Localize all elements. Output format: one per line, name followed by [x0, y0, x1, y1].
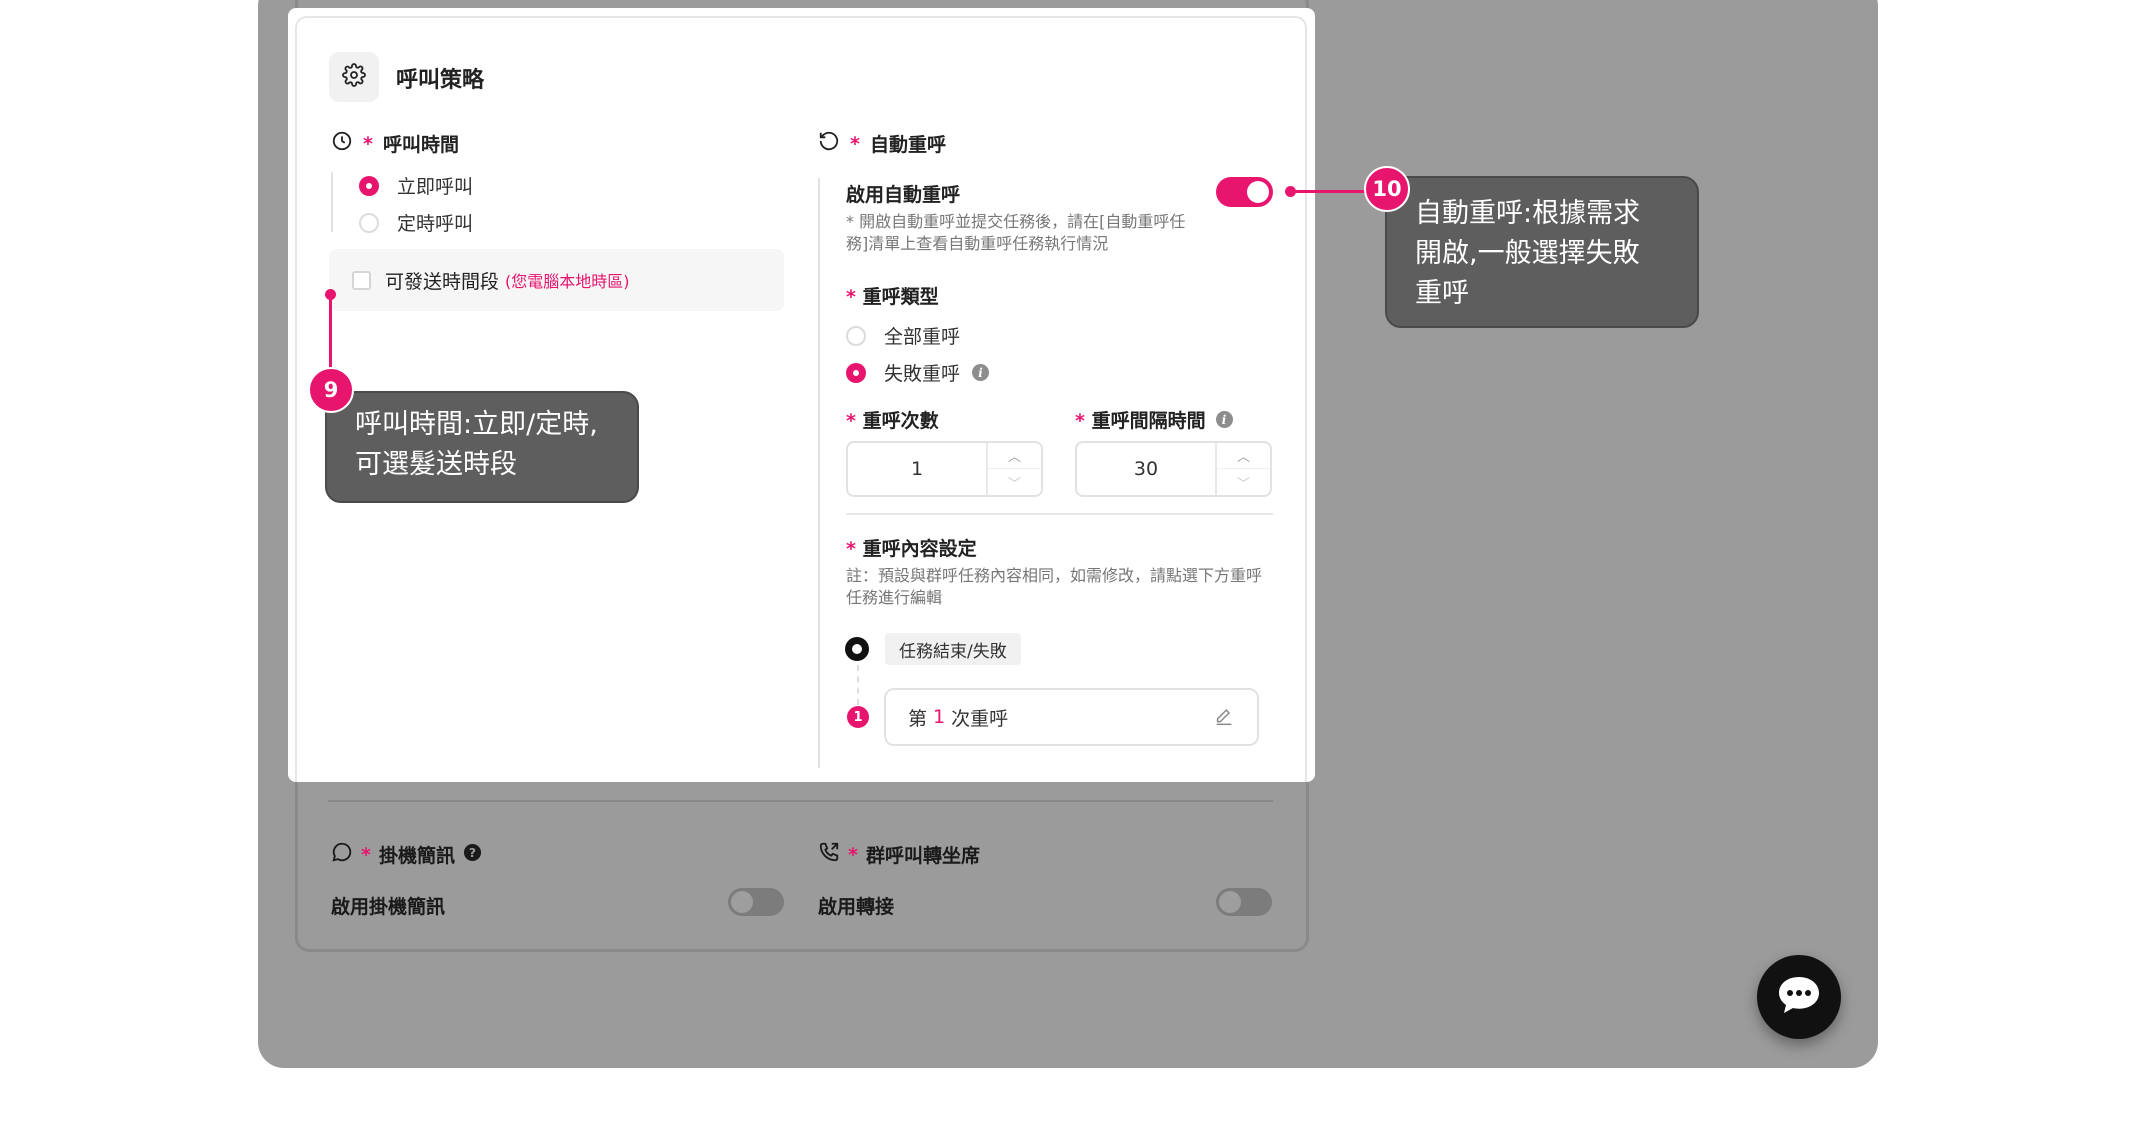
retry-interval-stepper[interactable]: 30 ︿ ﹀ [1075, 441, 1272, 497]
stepper-arrows: ︿ ﹀ [1215, 443, 1270, 495]
auto-retry-toggle[interactable] [1216, 177, 1273, 207]
refresh-icon [818, 130, 840, 157]
chevron-up-icon[interactable]: ︿ [1217, 443, 1270, 469]
time-window-label: 可發送時間段 [385, 270, 500, 293]
stepper-value[interactable]: 30 [1077, 443, 1215, 495]
enable-hangup-sms-label: 啟用掛機簡訊 [331, 896, 446, 918]
chat-support-button[interactable] [1757, 955, 1841, 1039]
callout-10: 自動重呼:根據需求 開啟,一般選擇失敗 重呼 [1385, 176, 1699, 328]
radio-label: 失敗重呼 [884, 363, 961, 385]
callout-line: 開啟,一般選擇失敗 [1415, 238, 1640, 269]
stepper-arrows: ︿ ﹀ [986, 443, 1041, 495]
radio-button[interactable] [846, 362, 866, 383]
section-title-text: 呼叫時間 [382, 134, 459, 156]
transfer-toggle[interactable] [1216, 888, 1272, 916]
divider [846, 513, 1273, 515]
required-mark: * [850, 132, 860, 155]
edit-icon[interactable] [1213, 706, 1235, 733]
callout-line: 自動重呼:根據需求 [1415, 198, 1641, 229]
radio-label: 定時呼叫 [397, 213, 474, 235]
task-end-tag: 任務結束/失敗 [885, 633, 1021, 665]
radio-scheduled[interactable]: 定時呼叫 [359, 209, 473, 236]
retry-content-hint: 註：預設與群呼任務內容相同，如需修改，請點選下方重呼任務進行編輯 [846, 566, 1263, 607]
enable-transfer-label: 啟用轉接 [818, 896, 895, 918]
hangup-sms-title: * 掛機簡訊 ? [331, 841, 482, 868]
settings-icon-box [329, 52, 379, 102]
retry-suffix: 次重呼 [951, 707, 1009, 730]
retry-step-badge: 1 [847, 706, 869, 728]
retry-content-label: * 重呼內容設定 [846, 538, 977, 560]
gear-icon [342, 63, 366, 91]
retry-count-stepper[interactable]: 1 ︿ ﹀ [846, 441, 1043, 497]
time-window-checkbox[interactable] [352, 270, 371, 290]
callout-line: 重呼 [1415, 278, 1469, 309]
section-title-text: 掛機簡訊 [378, 845, 455, 867]
retry-count-label: * 重呼次數 [846, 410, 939, 432]
hangup-sms-toggle[interactable] [728, 888, 784, 916]
svg-text:?: ? [469, 845, 476, 859]
label-text: 重呼內容設定 [862, 538, 977, 560]
retry-number: 1 [933, 706, 946, 728]
chevron-down-icon[interactable]: ﹀ [1217, 469, 1270, 495]
send-time-window[interactable]: 可發送時間段 (您電腦本地時區) [329, 249, 784, 311]
timezone-note: (您電腦本地時區) [505, 272, 630, 291]
radio-label: 全部重呼 [884, 326, 961, 348]
info-icon[interactable]: i [1215, 411, 1233, 428]
label-text: 重呼類型 [862, 286, 939, 308]
chat-icon [1776, 974, 1822, 1020]
radio-immediate[interactable]: 立即呼叫 [359, 172, 473, 199]
radio-retry-all[interactable]: 全部重呼 [846, 322, 960, 349]
info-icon[interactable]: i [972, 364, 990, 381]
required-mark: * [361, 843, 371, 866]
callout-line: 呼叫時間:立即/定時, [355, 409, 598, 440]
stepper-value[interactable]: 1 [848, 443, 986, 495]
chevron-up-icon[interactable]: ︿ [988, 443, 1041, 469]
retry-item-card[interactable]: 第 1 次重呼 [884, 688, 1259, 746]
help-icon[interactable]: ? [463, 843, 482, 867]
card-title: 呼叫策略 [396, 68, 485, 93]
section-title-text: 群呼叫轉坐席 [865, 845, 980, 867]
radio-label: 立即呼叫 [397, 176, 474, 198]
retry-interval-label: * 重呼間隔時間 i [1075, 406, 1233, 433]
auto-retry-title: * 自動重呼 [818, 130, 946, 157]
phone-forward-icon [818, 841, 840, 868]
call-time-title: * 呼叫時間 [331, 130, 459, 157]
radio-button[interactable] [846, 325, 866, 346]
radio-button[interactable] [359, 212, 379, 233]
radio-button[interactable] [359, 175, 379, 196]
section-title-text: 自動重呼 [869, 134, 946, 156]
timeline-connector [857, 665, 859, 705]
transfer-title: * 群呼叫轉坐席 [818, 841, 980, 868]
group-line [331, 172, 333, 232]
timeline-start-dot [845, 637, 869, 661]
callout-9: 呼叫時間:立即/定時, 可選髮送時段 [325, 391, 639, 503]
required-mark: * [363, 132, 373, 155]
callout-10-line [1291, 190, 1371, 193]
auto-retry-hint: * 開啟自動重呼並提交任務後，請在[自動重呼任務]清單上查看自動重呼任務執行情況 [846, 212, 1186, 253]
callout-10-badge: 10 [1364, 166, 1410, 212]
required-mark: * [848, 843, 858, 866]
enable-auto-retry-label: 啟用自動重呼 [846, 184, 961, 206]
radio-retry-failed[interactable]: 失敗重呼 i [846, 359, 990, 386]
callout-9-line [329, 294, 332, 369]
retry-prefix: 第 [908, 707, 928, 730]
label-text: 重呼間隔時間 [1091, 410, 1206, 432]
group-line [818, 178, 820, 768]
retry-type-label: * 重呼類型 [846, 286, 939, 308]
callout-line: 可選髮送時段 [355, 449, 517, 480]
chat-bubble-icon [331, 841, 353, 868]
label-text: 重呼次數 [862, 410, 939, 432]
section-divider [328, 800, 1273, 802]
chevron-down-icon[interactable]: ﹀ [988, 469, 1041, 495]
callout-9-badge: 9 [308, 367, 354, 413]
clock-icon [331, 130, 353, 157]
